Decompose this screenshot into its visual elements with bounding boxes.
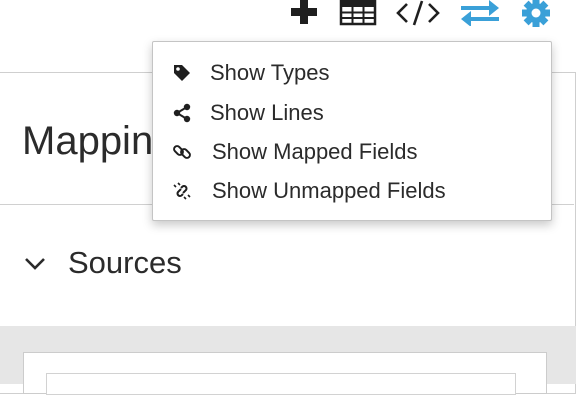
swap-button[interactable] (458, 0, 502, 26)
chevron-down-icon (22, 250, 48, 276)
menu-item-show-unmapped-fields[interactable]: Show Unmapped Fields (153, 172, 551, 210)
view-options-menu: Show Types Show Lines Show Mapped Fields (152, 41, 552, 221)
sources-label: Sources (68, 245, 182, 280)
unlink-icon (171, 180, 193, 202)
table-icon (339, 0, 377, 26)
gear-icon (522, 0, 550, 27)
menu-item-label: Show Unmapped Fields (212, 178, 446, 203)
menu-item-show-mapped-fields[interactable]: Show Mapped Fields (153, 133, 551, 171)
add-icon (291, 0, 317, 24)
swap-arrows-icon (461, 0, 499, 26)
link-icon (171, 141, 193, 163)
table-button[interactable] (338, 0, 378, 26)
toolbar (0, 0, 576, 40)
settings-button[interactable] (516, 0, 556, 27)
source-card-inner (46, 373, 516, 395)
menu-item-label: Show Lines (210, 100, 324, 125)
code-icon (396, 0, 440, 26)
tag-icon (171, 62, 193, 84)
share-nodes-icon (171, 102, 193, 124)
add-button[interactable] (286, 0, 322, 26)
menu-item-label: Show Types (210, 60, 330, 85)
sources-toggle[interactable]: Sources (22, 242, 182, 284)
menu-item-label: Show Mapped Fields (212, 139, 418, 164)
menu-item-show-types[interactable]: Show Types (153, 54, 551, 92)
code-button[interactable] (396, 0, 440, 26)
menu-item-show-lines[interactable]: Show Lines (153, 94, 551, 132)
